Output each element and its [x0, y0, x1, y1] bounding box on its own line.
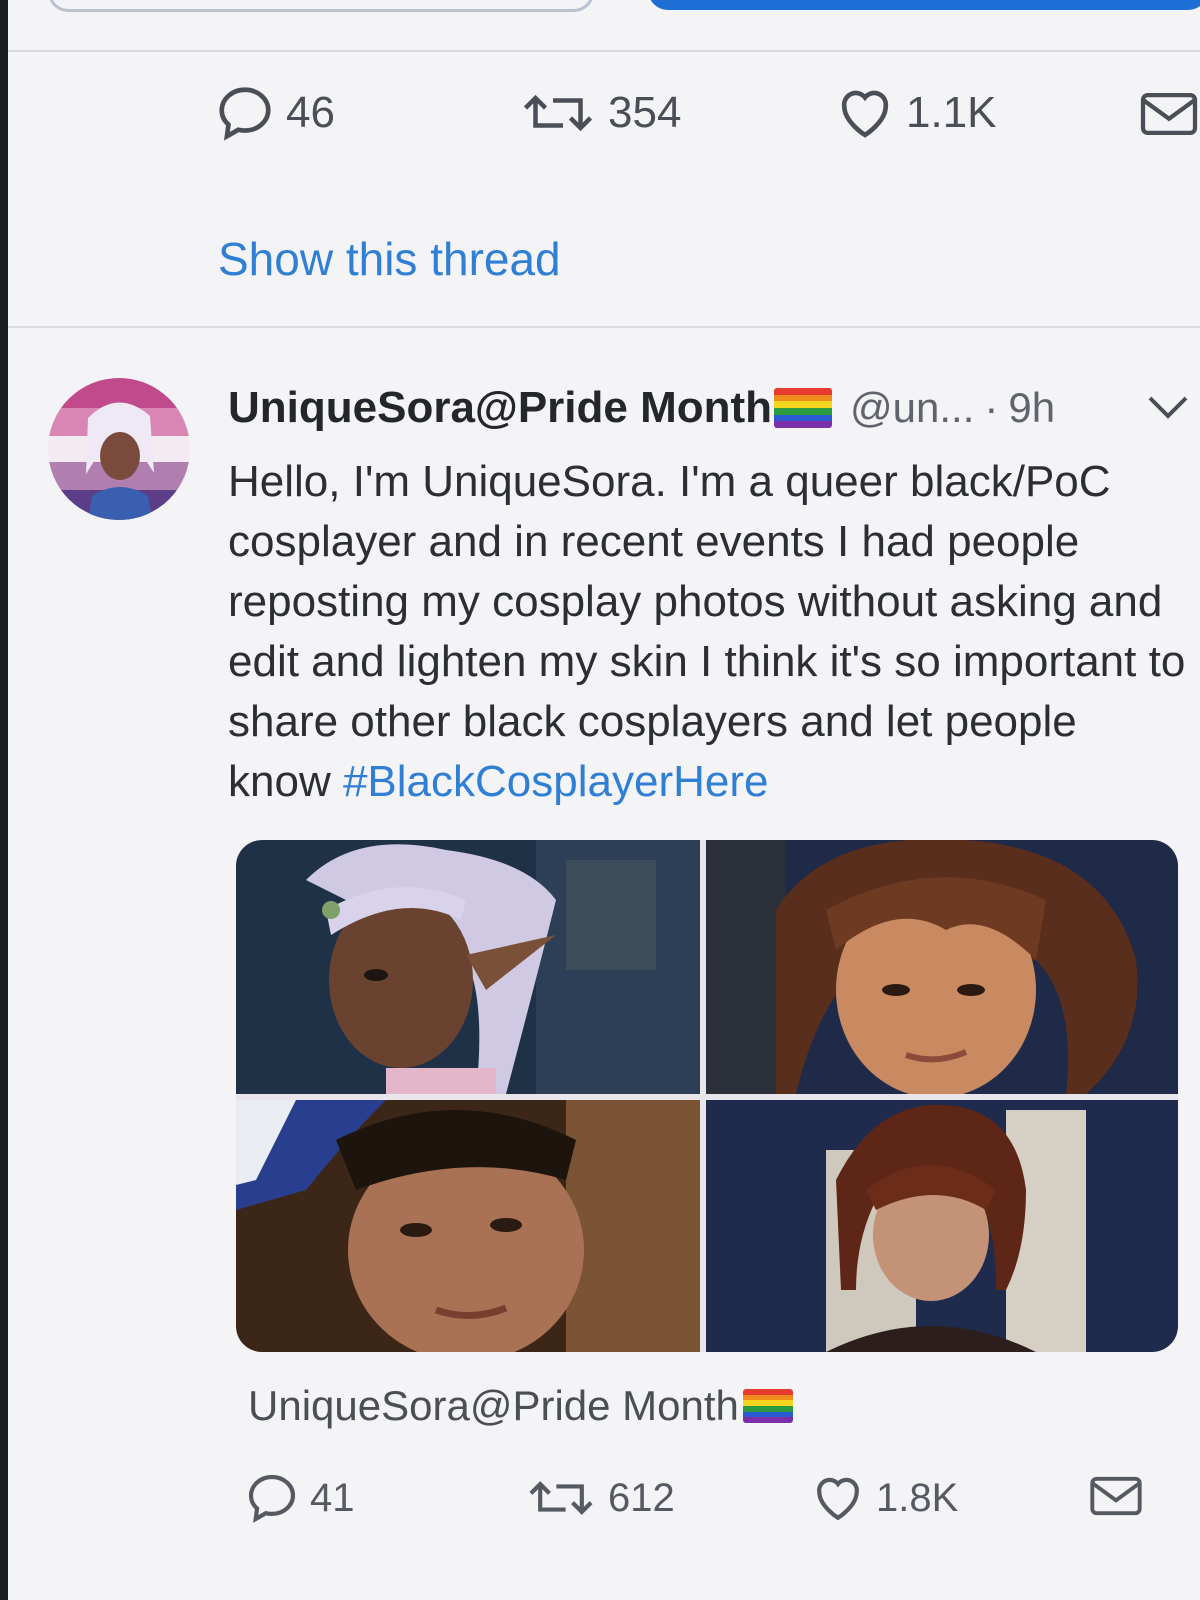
tweet-header: UniqueSora@Pride Month @un... · 9h: [228, 382, 1200, 434]
retweet-count: 612: [608, 1475, 675, 1520]
rainbow-flag-icon: [742, 1389, 793, 1423]
top-button-row: [8, 0, 1200, 12]
heart-icon: [817, 1477, 859, 1521]
reply-button[interactable]: 46: [214, 82, 335, 144]
retweet-icon: [523, 94, 593, 132]
first-tweet-actions: 46 354 1.1K: [8, 82, 1200, 152]
tweet-actions: 41 612 1.8K: [8, 1470, 1200, 1540]
divider: [8, 50, 1200, 52]
tweet-text: Hello, I'm UniqueSora. I'm a queer black…: [228, 452, 1188, 812]
reply-button[interactable]: 41: [244, 1470, 355, 1526]
mail-icon: [1140, 92, 1198, 136]
reply-count: 41: [310, 1475, 355, 1520]
share-button[interactable]: [1138, 88, 1200, 140]
like-count: 1.8K: [876, 1475, 959, 1520]
photo-2[interactable]: [706, 840, 1178, 1094]
show-thread-link[interactable]: Show this thread: [218, 232, 561, 286]
timestamp[interactable]: 9h: [1008, 384, 1055, 432]
mail-icon: [1090, 1476, 1142, 1516]
retweet-icon: [529, 1481, 593, 1515]
divider: [8, 326, 1200, 328]
like-button[interactable]: 1.8K: [810, 1470, 958, 1526]
image-icon: [236, 1100, 700, 1352]
photo-3[interactable]: [236, 1100, 700, 1352]
display-name[interactable]: UniqueSora@Pride Month: [228, 383, 772, 433]
image-icon: [706, 1100, 1178, 1352]
reply-icon: [248, 1474, 296, 1523]
hashtag-link[interactable]: #BlackCosplayerHere: [343, 757, 769, 806]
reply-icon: [219, 87, 271, 141]
like-button[interactable]: 1.1K: [834, 82, 997, 144]
primary-button[interactable]: [648, 0, 1200, 10]
footer-display-name[interactable]: UniqueSora@Pride Month: [248, 1382, 739, 1430]
share-button[interactable]: [1088, 1472, 1144, 1520]
timeline-screen: 46 354 1.1K Show this thread UniqueSora@…: [8, 0, 1200, 1600]
heart-icon: [841, 90, 889, 138]
avatar[interactable]: [48, 378, 190, 520]
rainbow-flag-icon: [774, 388, 833, 428]
reply-count: 46: [286, 88, 335, 137]
photo-4[interactable]: [706, 1100, 1178, 1352]
retweet-count: 354: [608, 88, 682, 137]
tweet-body: Hello, I'm UniqueSora. I'm a queer black…: [228, 457, 1186, 806]
retweet-button[interactable]: 354: [518, 82, 681, 144]
media-grid: [236, 840, 1178, 1352]
retweet-button[interactable]: 612: [524, 1470, 675, 1526]
chevron-down-icon[interactable]: [1146, 392, 1190, 422]
image-icon: [236, 840, 700, 1094]
outline-button[interactable]: [48, 0, 594, 12]
tweet-footer: UniqueSora@Pride Month: [248, 1382, 811, 1430]
like-count: 1.1K: [906, 88, 997, 137]
image-icon: [706, 840, 1178, 1094]
separator-dot: ·: [984, 384, 999, 431]
photo-1[interactable]: [236, 840, 700, 1094]
user-handle[interactable]: @un...: [850, 384, 974, 432]
